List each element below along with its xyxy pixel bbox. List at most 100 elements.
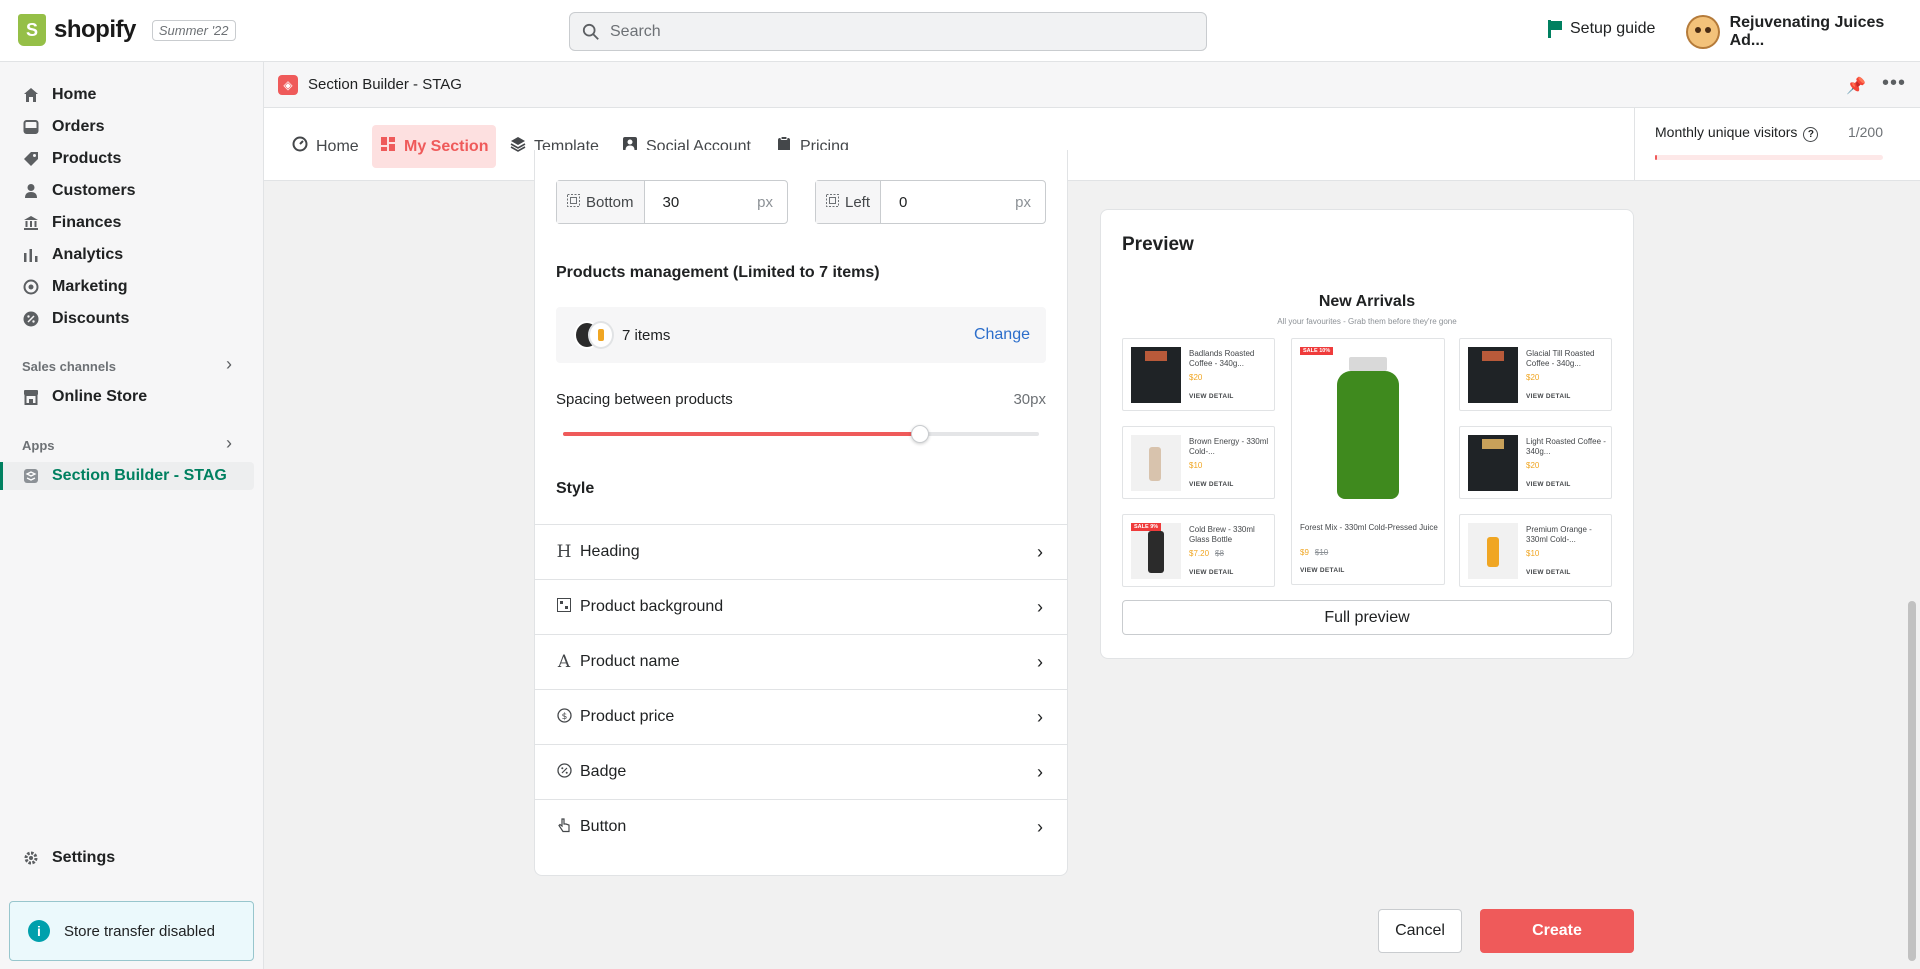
top-bar: shopify Summer '22 Search Setup guide Re… bbox=[0, 0, 1920, 62]
app-title: Section Builder - STAG bbox=[308, 76, 462, 93]
selected-products-box: 7 items Change bbox=[556, 307, 1046, 363]
orders-icon bbox=[22, 118, 40, 136]
scrollbar-thumb[interactable] bbox=[1908, 601, 1916, 961]
sidebar-item-marketing[interactable]: Marketing bbox=[22, 278, 128, 296]
sidebar-item-orders[interactable]: Orders bbox=[22, 118, 104, 136]
tab-home[interactable]: Home bbox=[284, 125, 367, 168]
badge-icon bbox=[556, 762, 572, 782]
background-icon bbox=[556, 598, 572, 616]
product-name: Light Roasted Coffee - 340g... bbox=[1526, 437, 1606, 456]
product-price: $20 bbox=[1526, 461, 1540, 470]
discount-icon bbox=[22, 310, 40, 328]
home-icon bbox=[22, 86, 40, 104]
search-input[interactable]: Search bbox=[569, 12, 1207, 51]
product-card: Brown Energy - 330ml Cold-... $10 VIEW D… bbox=[1122, 426, 1275, 499]
edition-badge: Summer '22 bbox=[151, 19, 236, 41]
style-row-product-price[interactable]: $ Product price › bbox=[535, 689, 1067, 744]
product-image bbox=[1131, 435, 1181, 491]
product-price: $9 $10 bbox=[1300, 548, 1328, 557]
spacing-row: Spacing between products 30px bbox=[556, 391, 1046, 408]
avatar bbox=[1686, 15, 1720, 49]
setup-guide-label: Setup guide bbox=[1570, 20, 1656, 37]
apps-title: Apps bbox=[22, 438, 55, 453]
sidebar-item-settings[interactable]: Settings bbox=[22, 849, 115, 867]
product-name: Glacial Till Roasted Coffee - 340g... bbox=[1526, 349, 1595, 368]
sidebar-item-finances[interactable]: Finances bbox=[22, 214, 121, 232]
dashboard-icon bbox=[292, 136, 308, 157]
product-price: $20 bbox=[1189, 373, 1203, 382]
product-price: $7.20 $8 bbox=[1189, 549, 1224, 558]
padding-bottom-value[interactable]: 30 bbox=[645, 194, 758, 211]
visitors-progress-bar bbox=[1655, 155, 1883, 160]
padding-left-value[interactable]: 0 bbox=[881, 194, 1015, 211]
sidebar-item-products[interactable]: Products bbox=[22, 150, 121, 168]
product-card: Glacial Till Roasted Coffee - 340g... $2… bbox=[1459, 338, 1612, 411]
style-row-product-background[interactable]: Product background › bbox=[535, 579, 1067, 634]
store-transfer-banner: i Store transfer disabled bbox=[9, 901, 254, 961]
full-preview-button[interactable]: Full preview bbox=[1122, 600, 1612, 635]
padding-icon bbox=[567, 193, 580, 211]
app-logo-icon: ◈ bbox=[278, 74, 298, 95]
chevron-right-icon: › bbox=[1037, 706, 1043, 727]
sidebar-item-home[interactable]: Home bbox=[22, 86, 96, 104]
logo-text: shopify bbox=[54, 16, 136, 43]
sidebar-item-analytics[interactable]: Analytics bbox=[22, 246, 123, 264]
help-icon[interactable]: ? bbox=[1803, 127, 1819, 142]
change-products-link[interactable]: Change bbox=[974, 326, 1030, 344]
target-icon bbox=[22, 278, 40, 296]
account-menu[interactable]: Rejuvenating Juices Ad... bbox=[1686, 14, 1920, 50]
spacing-slider-track[interactable] bbox=[563, 432, 1039, 436]
sidebar-item-customers[interactable]: Customers bbox=[22, 182, 136, 200]
setup-guide-button[interactable]: Setup guide bbox=[1548, 20, 1655, 38]
product-price: $20 bbox=[1526, 373, 1540, 382]
style-row-product-name[interactable]: A Product name › bbox=[535, 634, 1067, 689]
search-icon bbox=[582, 23, 599, 40]
chevron-right-icon: › bbox=[1037, 761, 1043, 782]
preview-card: Preview New Arrivals All your favourites… bbox=[1100, 209, 1634, 659]
sidebar-item-online-store[interactable]: Online Store bbox=[22, 388, 147, 406]
product-image bbox=[1468, 435, 1518, 491]
tab-my-section[interactable]: My Section bbox=[372, 125, 497, 168]
padding-bottom-label: Bottom bbox=[586, 193, 634, 211]
section-builder-app-icon bbox=[22, 467, 40, 485]
chevron-right-icon: › bbox=[1037, 816, 1043, 837]
items-count: 7 items bbox=[622, 326, 671, 344]
style-row-badge[interactable]: Badge › bbox=[535, 744, 1067, 799]
shopify-logo[interactable]: shopify Summer '22 bbox=[18, 14, 236, 46]
layers-icon bbox=[510, 136, 526, 157]
style-row-button[interactable]: Button › bbox=[535, 799, 1067, 854]
section-settings-panel: Bottom 30 px Left 0 px Products manageme… bbox=[534, 150, 1068, 876]
preview-heading: New Arrivals bbox=[1318, 293, 1416, 310]
svg-text:$: $ bbox=[561, 712, 567, 722]
more-options-icon[interactable]: ••• bbox=[1882, 72, 1906, 95]
chevron-right-icon: › bbox=[1037, 541, 1043, 562]
dollar-icon: $ bbox=[556, 707, 572, 727]
product-name: Forest Mix - 330ml Cold-Pressed Juice bbox=[1300, 523, 1438, 532]
product-image bbox=[1468, 347, 1518, 403]
apps-chevron-icon[interactable]: › bbox=[226, 433, 232, 454]
padding-bottom-field[interactable]: Bottom 30 px bbox=[556, 180, 788, 224]
spacing-slider-handle[interactable] bbox=[911, 425, 929, 443]
pin-icon[interactable]: 📌 bbox=[1846, 76, 1866, 96]
app-header: ◈ Section Builder - STAG 📌 ••• bbox=[264, 62, 1920, 108]
sidebar-item-section-builder[interactable]: Section Builder - STAG bbox=[22, 467, 227, 485]
account-name: Rejuvenating Juices Ad... bbox=[1729, 14, 1885, 49]
product-name: Brown Energy - 330ml Cold-... bbox=[1189, 437, 1269, 456]
product-image bbox=[1131, 347, 1181, 403]
price-current: $7.20 bbox=[1189, 549, 1210, 558]
product-card: Light Roasted Coffee - 340g... $20 VIEW … bbox=[1459, 426, 1612, 499]
product-name: Badlands Roasted Coffee - 340g... bbox=[1189, 349, 1255, 368]
person-icon bbox=[22, 182, 40, 200]
product-name: Premium Orange - 330ml Cold-... bbox=[1526, 525, 1592, 544]
sales-channels-chevron-icon[interactable]: › bbox=[226, 354, 232, 375]
bar-chart-icon bbox=[22, 246, 40, 264]
cancel-button[interactable]: Cancel bbox=[1378, 909, 1462, 953]
product-card: Premium Orange - 330ml Cold-... $10 VIEW… bbox=[1459, 514, 1612, 587]
sidebar-item-discounts[interactable]: Discounts bbox=[22, 310, 129, 328]
style-row-heading[interactable]: H Heading › bbox=[535, 524, 1067, 579]
padding-left-field[interactable]: Left 0 px bbox=[815, 180, 1046, 224]
visitors-label: Monthly unique visitors bbox=[1655, 124, 1798, 140]
create-button[interactable]: Create bbox=[1480, 909, 1634, 953]
page-scrollbar[interactable] bbox=[1904, 181, 1920, 969]
price-old: $8 bbox=[1215, 549, 1224, 558]
